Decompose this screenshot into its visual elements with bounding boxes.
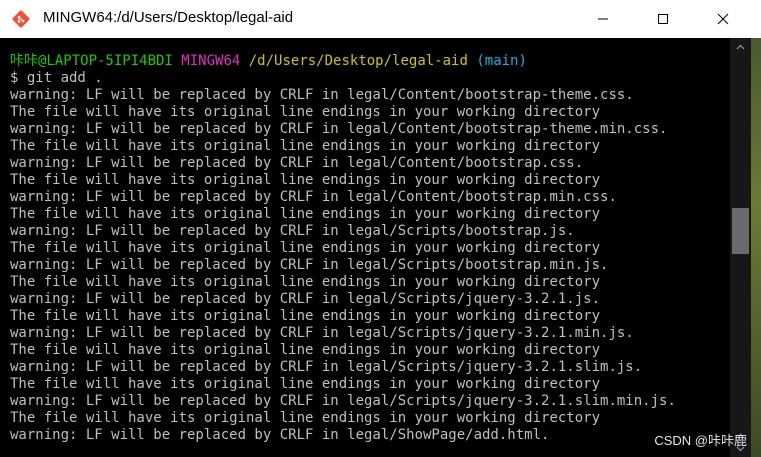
maximize-button[interactable] bbox=[640, 0, 686, 38]
minimize-button[interactable] bbox=[580, 0, 626, 38]
terminal-window: MINGW64:/d/Users/Desktop/legal-aid 咔咔@LA… bbox=[0, 0, 761, 457]
output-line: warning: LF will be replaced by CRLF in … bbox=[10, 189, 617, 205]
prompt-user: 咔咔@LAPTOP-5IPI4BDI bbox=[10, 53, 173, 69]
desktop-background-strip bbox=[751, 38, 761, 457]
maximize-icon bbox=[658, 14, 668, 24]
prompt-line: 咔咔@LAPTOP-5IPI4BDI MINGW64 /d/Users/Desk… bbox=[10, 53, 730, 70]
output-line: warning: LF will be replaced by CRLF in … bbox=[10, 325, 634, 341]
output-line: warning: LF will be replaced by CRLF in … bbox=[10, 155, 584, 171]
output-line: warning: LF will be replaced by CRLF in … bbox=[10, 257, 609, 273]
git-icon bbox=[12, 10, 30, 28]
output-line: The file will have its original line end… bbox=[10, 376, 601, 392]
output-line: warning: LF will be replaced by CRLF in … bbox=[10, 121, 668, 137]
output-line: warning: LF will be replaced by CRLF in … bbox=[10, 393, 676, 409]
output-line: The file will have its original line end… bbox=[10, 172, 601, 188]
vertical-scrollbar[interactable] bbox=[730, 38, 751, 457]
close-icon bbox=[717, 13, 729, 25]
terminal-content[interactable]: 咔咔@LAPTOP-5IPI4BDI MINGW64 /d/Users/Desk… bbox=[0, 38, 730, 457]
output-line: The file will have its original line end… bbox=[10, 342, 601, 358]
prompt-host: MINGW64 bbox=[181, 53, 241, 69]
minimize-icon bbox=[598, 18, 608, 20]
output-line: The file will have its original line end… bbox=[10, 410, 601, 426]
output-line: The file will have its original line end… bbox=[10, 240, 601, 256]
output-line: The file will have its original line end… bbox=[10, 274, 601, 290]
output-line: warning: LF will be replaced by CRLF in … bbox=[10, 87, 634, 103]
output-line: The file will have its original line end… bbox=[10, 206, 601, 222]
command-line: $ git add . bbox=[10, 70, 103, 86]
prompt-branch: (main) bbox=[476, 53, 527, 69]
prompt-path: /d/Users/Desktop/legal-aid bbox=[248, 53, 468, 69]
close-button[interactable] bbox=[700, 0, 746, 38]
output-line: warning: LF will be replaced by CRLF in … bbox=[10, 223, 575, 239]
window-title: MINGW64:/d/Users/Desktop/legal-aid bbox=[43, 9, 294, 26]
chevron-up-icon bbox=[736, 44, 745, 49]
output-line: The file will have its original line end… bbox=[10, 138, 601, 154]
output-line: The file will have its original line end… bbox=[10, 308, 601, 324]
title-bar[interactable]: MINGW64:/d/Users/Desktop/legal-aid bbox=[0, 0, 761, 38]
scrollbar-thumb[interactable] bbox=[732, 208, 749, 254]
output-line: warning: LF will be replaced by CRLF in … bbox=[10, 427, 550, 443]
output-line: warning: LF will be replaced by CRLF in … bbox=[10, 291, 601, 307]
output-line: warning: LF will be replaced by CRLF in … bbox=[10, 359, 643, 375]
scroll-up-button[interactable] bbox=[730, 38, 751, 55]
output-line: The file will have its original line end… bbox=[10, 104, 601, 120]
watermark: CSDN @咔咔鹿 bbox=[654, 433, 747, 448]
